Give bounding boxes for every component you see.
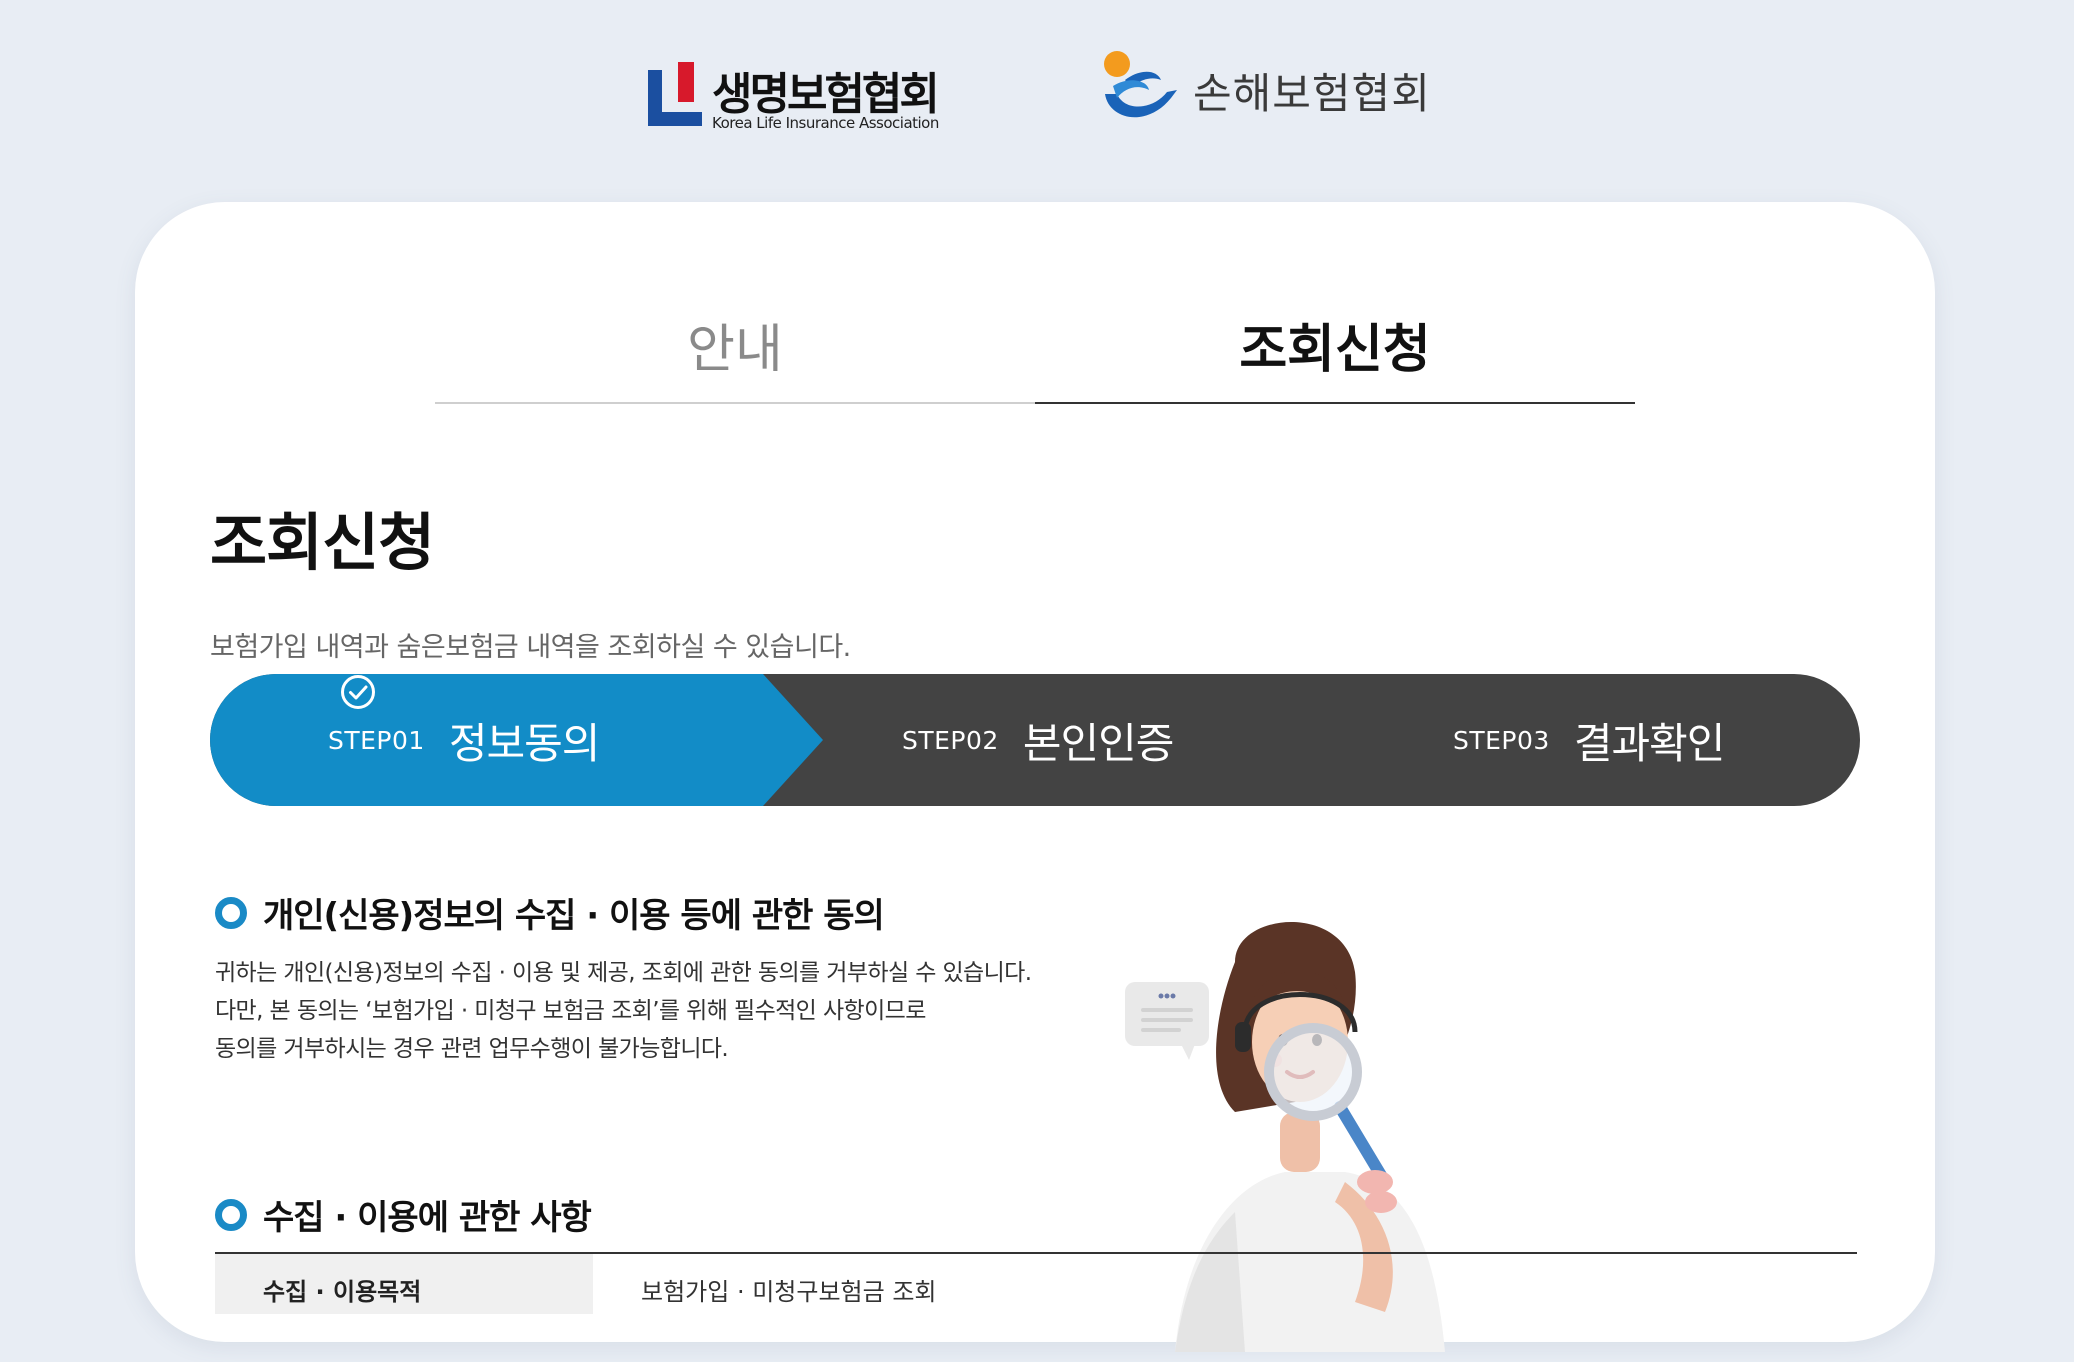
step-progress-bar: STEP01 정보동의 STEP02 본인인증 STEP03 결과확인 [210, 674, 1860, 806]
table-header-cell: 수집 · 이용목적 [215, 1254, 593, 1314]
bullet-ring-icon [215, 896, 247, 929]
collection-heading: 수집 · 이용에 관한 사항 [215, 1190, 592, 1239]
consent-line-3: 동의를 거부하시는 경우 관련 업무수행이 불가능합니다. [215, 1036, 729, 1062]
step-1: STEP01 정보동의 [328, 674, 601, 806]
step-2-label: 본인인증 [1022, 718, 1175, 768]
tab-bar: 안내 조회신청 [435, 312, 1635, 404]
step-3-label: 결과확인 [1573, 718, 1726, 768]
page-title: 조회신청 [210, 506, 435, 579]
klia-logo[interactable]: 생명보험협회 Korea Life Insurance Association [648, 58, 968, 132]
tab-guide[interactable]: 안내 [435, 312, 1035, 404]
table-cell: 보험가입 · 미청구보험금 조회 [641, 1278, 937, 1306]
gia-logo[interactable]: 손해보험협회 [1095, 48, 1435, 138]
consent-heading-text: 개인(신용)정보의 수집 · 이용 등에 관한 동의 [263, 896, 885, 936]
step-3-number: STEP03 [1453, 725, 1550, 755]
step-1-number: STEP01 [328, 725, 425, 755]
gia-name: 손해보험협회 [1193, 69, 1431, 118]
step-2: STEP02 본인인증 [902, 674, 1175, 806]
step-2-number: STEP02 [902, 725, 999, 755]
consent-line-1: 귀하는 개인(신용)정보의 수집 · 이용 및 제공, 조회에 관한 동의를 거… [215, 960, 1032, 986]
table-row: 수집 · 이용목적 보험가입 · 미청구보험금 조회 [215, 1254, 1857, 1314]
consent-line-2: 다만, 본 동의는 ‘보험가입 · 미청구 보험금 조회’를 위해 필수적인 사… [215, 998, 926, 1024]
collection-heading-text: 수집 · 이용에 관한 사항 [263, 1198, 592, 1238]
consent-description: 귀하는 개인(신용)정보의 수집 · 이용 및 제공, 조회에 관한 동의를 거… [215, 954, 1032, 1068]
klia-subtitle: Korea Life Insurance Association [712, 114, 939, 132]
step-1-label: 정보동의 [448, 718, 601, 768]
consent-heading: 개인(신용)정보의 수집 · 이용 등에 관한 동의 [215, 888, 885, 937]
header-logos: 생명보험협회 Korea Life Insurance Association … [0, 48, 2074, 138]
gia-logo-mark-icon [1104, 51, 1177, 118]
klia-logo-mark-icon [648, 62, 702, 126]
bullet-ring-icon [215, 1198, 247, 1231]
klia-name: 생명보험협회 [712, 69, 940, 120]
step-3: STEP03 결과확인 [1453, 674, 1726, 806]
main-card: 안내 조회신청 조회신청 보험가입 내역과 숨은보험금 내역을 조회하실 수 있… [135, 202, 1935, 1352]
check-circle-icon [341, 675, 375, 709]
page-description: 보험가입 내역과 숨은보험금 내역을 조회하실 수 있습니다. [210, 632, 851, 663]
tab-inquiry-request[interactable]: 조회신청 [1035, 312, 1635, 404]
collection-table: 수집 · 이용목적 보험가입 · 미청구보험금 조회 [215, 1252, 1857, 1314]
